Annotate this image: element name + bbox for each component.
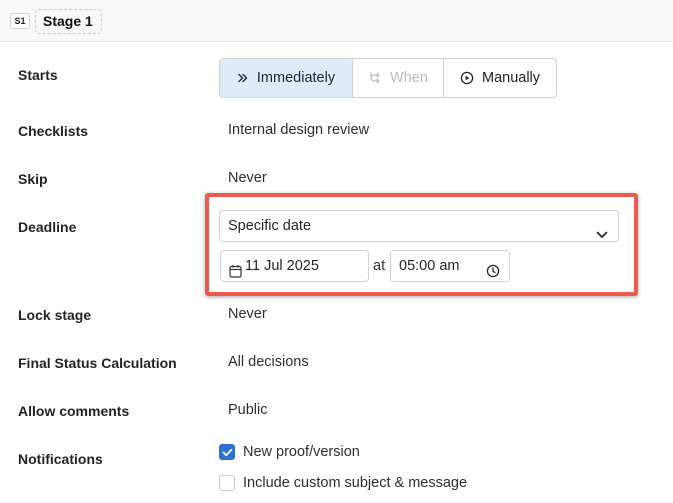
starts-immediately-label: Immediately <box>256 70 336 86</box>
deadline-type-value: Specific date <box>228 218 312 234</box>
checklists-value[interactable]: Internal design review <box>228 122 369 138</box>
double-chevron-right-icon <box>237 72 249 84</box>
stage-badge: S1 <box>10 13 30 29</box>
starts-when-label: When <box>390 70 428 86</box>
clock-icon <box>486 259 500 289</box>
deadline-type-select[interactable]: Specific date <box>219 210 619 242</box>
branch-icon <box>368 71 382 85</box>
skip-value[interactable]: Never <box>228 170 267 186</box>
play-circle-icon <box>460 71 474 85</box>
checklists-label: Checklists <box>18 123 89 139</box>
deadline-time-value: 05:00 am <box>399 258 460 274</box>
stage-header: S1 Stage 1 <box>0 0 673 42</box>
deadline-time-input[interactable]: 05:00 am <box>390 250 510 282</box>
notification-option-custom-message[interactable]: Include custom subject & message <box>219 475 467 491</box>
allow-comments-value[interactable]: Public <box>228 402 268 418</box>
notification-option-new-proof[interactable]: New proof/version <box>219 444 360 460</box>
final-status-value[interactable]: All decisions <box>228 354 309 370</box>
lock-stage-value[interactable]: Never <box>228 306 267 322</box>
starts-segmented-control: Immediately When Manually <box>219 58 557 98</box>
starts-manually-button[interactable]: Manually <box>444 59 556 97</box>
starts-manually-label: Manually <box>481 70 541 86</box>
notifications-label: Notifications <box>18 451 103 467</box>
calendar-icon <box>229 259 242 289</box>
deadline-date-input[interactable]: 11 Jul 2025 <box>220 250 369 282</box>
deadline-at-text: at <box>373 258 386 274</box>
skip-label: Skip <box>18 171 48 187</box>
notification-option-label: Include custom subject & message <box>243 475 468 491</box>
lock-stage-label: Lock stage <box>18 307 92 323</box>
stage-title[interactable]: Stage 1 <box>35 9 102 34</box>
checkbox-checked[interactable] <box>219 444 235 460</box>
checkbox-unchecked[interactable] <box>219 475 235 491</box>
allow-comments-label: Allow comments <box>18 403 130 419</box>
checkmark-icon <box>222 448 232 456</box>
chevron-down-icon <box>596 221 608 251</box>
starts-when-button[interactable]: When <box>353 59 444 97</box>
final-status-label: Final Status Calculation <box>18 355 177 371</box>
starts-immediately-button[interactable]: Immediately <box>220 59 353 97</box>
starts-label: Starts <box>18 67 58 83</box>
deadline-date-value: 11 Jul 2025 <box>245 258 319 274</box>
notification-option-label: New proof/version <box>243 444 360 460</box>
deadline-label: Deadline <box>18 219 77 235</box>
